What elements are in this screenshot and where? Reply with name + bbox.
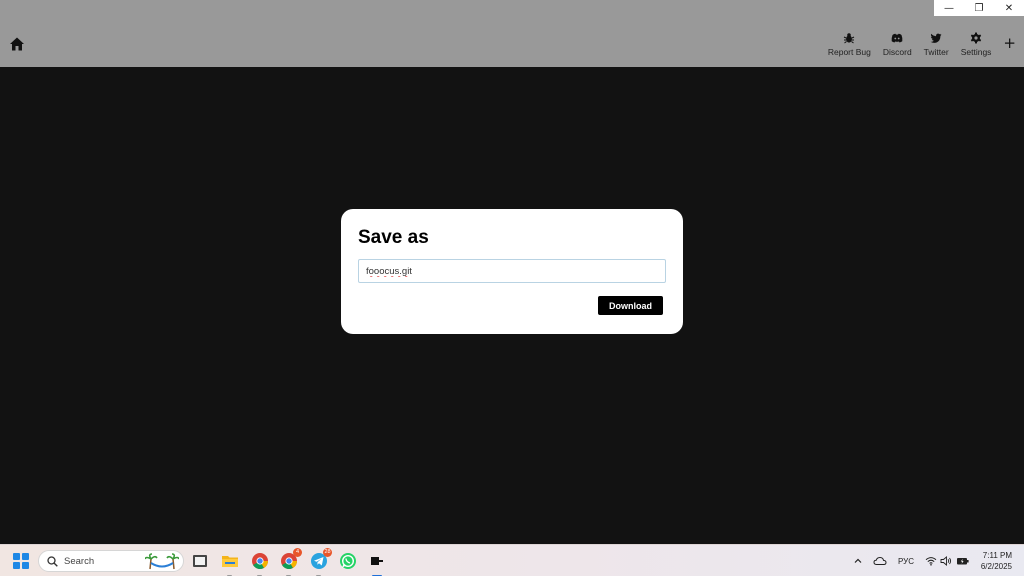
window-titlebar: — ❐ ✕ [0,0,1024,16]
minimize-button[interactable]: — [934,0,964,16]
settings-label: Settings [960,47,992,57]
restore-button[interactable]: ❐ [964,0,994,16]
filename-input[interactable] [358,259,666,283]
add-button[interactable]: + [1003,36,1016,51]
clock-time: 7:11 PM [982,551,1012,560]
windows-logo-tile [13,562,20,569]
gear-icon [970,32,982,44]
download-button[interactable]: Download [598,296,663,315]
taskbar-app-telegram[interactable]: 28 [309,548,332,576]
taskbar-app-explorer[interactable] [190,551,210,571]
notification-badge: 28 [323,548,332,557]
windows-logo-tile [22,562,29,569]
file-explorer-icon [193,555,207,567]
language-label: РУС [898,556,915,566]
taskbar-app-terminal[interactable] [367,551,387,576]
home-button[interactable] [9,36,25,52]
terminal-app-icon [371,557,383,565]
discord-icon [891,33,903,43]
tray-overflow-button[interactable] [853,545,863,576]
bug-icon [844,33,855,44]
taskbar-app-chrome-profile[interactable]: 4 [279,548,302,576]
taskbar-app-folder[interactable] [220,551,240,576]
twitter-label: Twitter [923,47,949,57]
chevron-up-icon [854,558,862,563]
search-placeholder: Search [64,556,95,567]
search-icon [47,556,58,567]
taskbar-app-chrome[interactable] [250,551,270,576]
chrome-icon [252,553,268,569]
notification-badge: 4 [293,548,302,557]
tray-weather[interactable] [873,545,887,576]
report-bug-label: Report Bug [827,47,871,57]
taskbar: Search 4 28 РУС 7:11 PM 6/2/2025 [0,544,1024,576]
app-header: Report Bug Discord Twitter Settings + [0,16,1024,67]
settings-button[interactable]: Settings [955,32,998,57]
dialog-title: Save as [358,227,429,248]
twitter-icon [930,33,942,43]
windows-logo-tile [13,553,20,560]
files-folder-icon [222,556,238,567]
taskbar-search-box[interactable]: Search [38,550,184,572]
discord-button[interactable]: Discord [877,32,918,57]
clock-date: 6/2/2025 [980,562,1012,571]
report-bug-button[interactable]: Report Bug [822,32,877,57]
close-button[interactable]: ✕ [994,0,1024,16]
tray-battery[interactable] [956,545,970,576]
palm-tree-hammock-icon [145,553,179,570]
twitter-button[interactable]: Twitter [918,32,955,57]
tray-network[interactable] [925,545,937,576]
language-indicator[interactable]: РУС [898,545,914,576]
taskbar-clock[interactable]: 7:11 PM 6/2/2025 [981,550,1012,572]
whatsapp-icon [340,553,356,569]
battery-charging-icon [957,558,969,565]
save-as-dialog: Save as Download [341,209,683,334]
windows-logo-tile [22,553,29,560]
start-button[interactable] [13,553,29,569]
tray-volume[interactable] [940,545,952,576]
speaker-icon [940,556,952,566]
home-icon [10,37,24,51]
window-controls: — ❐ ✕ [934,0,1024,16]
wifi-icon [925,557,937,566]
discord-label: Discord [882,47,912,57]
header-nav: Report Bug Discord Twitter Settings + [822,32,1016,57]
cloud-icon [873,556,887,565]
taskbar-app-whatsapp[interactable] [338,551,358,571]
